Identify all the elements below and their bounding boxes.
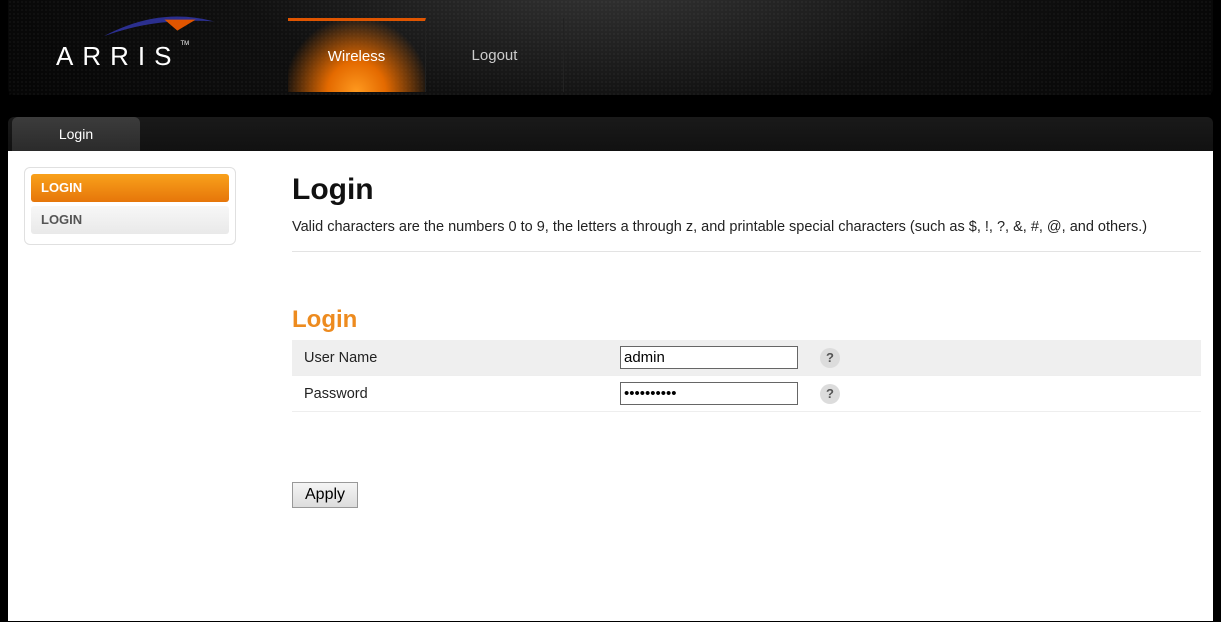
sidebar-box: LOGIN LOGIN (24, 167, 236, 245)
content-area: LOGIN LOGIN Login Valid characters are t… (8, 151, 1213, 621)
sub-nav: Login (8, 117, 1213, 151)
nav-tab-logout-label: Logout (472, 47, 518, 64)
brand-name-text: ARRIS (56, 41, 180, 71)
sub-nav-tab-login[interactable]: Login (12, 117, 140, 151)
arris-swoosh-icon (104, 12, 214, 40)
form-row-password: Password ? (292, 376, 1201, 412)
divider (292, 251, 1201, 252)
username-label: User Name (292, 340, 612, 376)
form-row-username: User Name ? (292, 340, 1201, 376)
sidebar-item-label: LOGIN (41, 180, 82, 195)
username-input[interactable] (620, 346, 798, 369)
sub-nav-tab-login-label: Login (59, 126, 93, 142)
nav-tab-wireless-label: Wireless (328, 48, 386, 65)
password-label: Password (292, 376, 612, 412)
brand-name: ARRISTM (56, 41, 226, 72)
login-form-table: User Name ? Password ? (292, 340, 1201, 412)
password-input[interactable] (620, 382, 798, 405)
sidebar: LOGIN LOGIN (8, 151, 244, 621)
apply-button[interactable]: Apply (292, 482, 358, 508)
sidebar-item-login[interactable]: LOGIN (31, 174, 229, 202)
page-title: Login (292, 173, 1201, 207)
nav-tab-logout[interactable]: Logout (426, 18, 564, 92)
main-panel: Login Valid characters are the numbers 0… (244, 151, 1213, 621)
primary-nav: Wireless Logout (288, 18, 564, 92)
help-icon[interactable]: ? (820, 348, 840, 368)
brand-logo: ARRISTM (56, 12, 226, 72)
brand-tm: TM (180, 41, 189, 47)
page-description: Valid characters are the numbers 0 to 9,… (292, 219, 1201, 235)
sidebar-item-login-sub[interactable]: LOGIN (31, 206, 229, 234)
nav-tab-wireless[interactable]: Wireless (288, 18, 426, 92)
sidebar-item-label: LOGIN (41, 212, 82, 227)
section-title: Login (292, 306, 1201, 334)
top-header: ARRISTM Wireless Logout (8, 0, 1213, 95)
help-icon[interactable]: ? (820, 384, 840, 404)
